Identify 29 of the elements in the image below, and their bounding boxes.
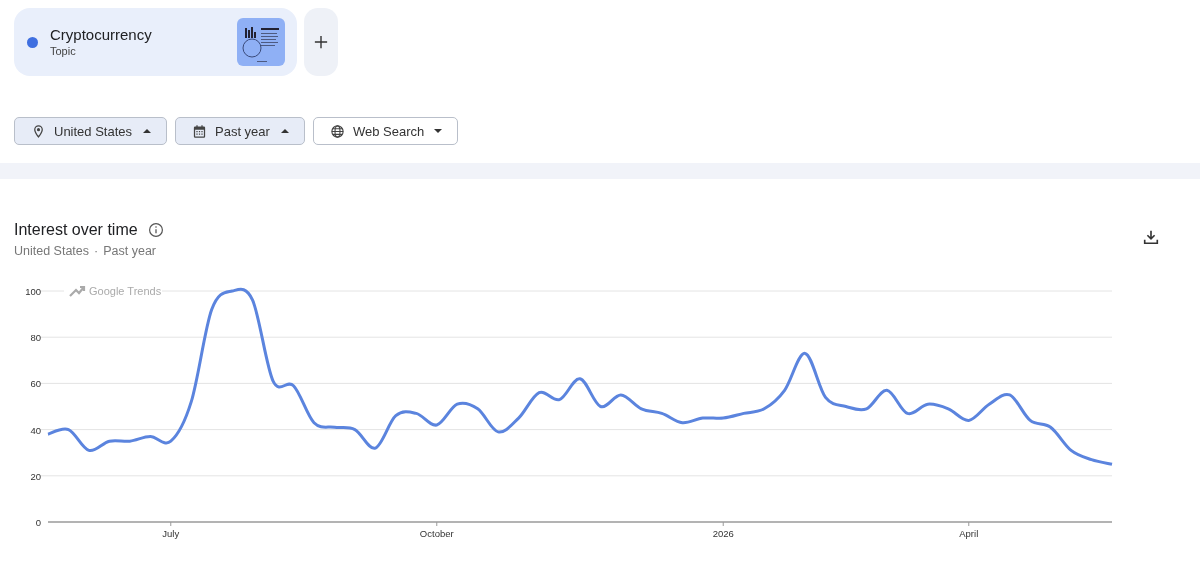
x-axis-label: October: [419, 528, 454, 539]
y-axis-label: 20: [30, 470, 41, 482]
filter-dropdown[interactable]: Past year: [175, 117, 305, 145]
term-name: Cryptocurrency: [50, 25, 153, 44]
x-axis-label: 2026: [712, 528, 734, 539]
term-type: Topic: [50, 43, 77, 59]
download-button[interactable]: [1142, 228, 1160, 246]
location-pin-icon: [31, 123, 46, 139]
x-axis-label: April: [959, 528, 979, 539]
topic-thumbnail: [237, 18, 285, 66]
panel-subtitle: Past year: [103, 244, 157, 258]
search-term-card[interactable]: Cryptocurrency Topic: [14, 8, 297, 76]
info-icon[interactable]: [147, 222, 164, 238]
y-axis-label: 40: [30, 424, 41, 436]
globe-icon: [330, 123, 345, 139]
y-axis-label: 80: [30, 332, 41, 344]
calendar-icon: [192, 123, 207, 139]
plus-icon: [314, 35, 328, 49]
y-axis-label: 100: [25, 286, 41, 297]
watermark-text: Google Trends: [89, 285, 162, 297]
x-axis-label: July: [162, 528, 180, 539]
panel-subtitle: ·: [94, 244, 99, 258]
panel-title: Interest over time: [14, 220, 138, 240]
filter-dropdown[interactable]: United States: [14, 117, 167, 145]
filter-dropdown[interactable]: Web Search: [313, 117, 458, 145]
panel-subtitle: United States: [14, 244, 90, 258]
y-axis-label: 0: [35, 517, 41, 528]
trend-arrow-icon: [68, 285, 86, 298]
y-axis-label: 60: [30, 378, 41, 390]
